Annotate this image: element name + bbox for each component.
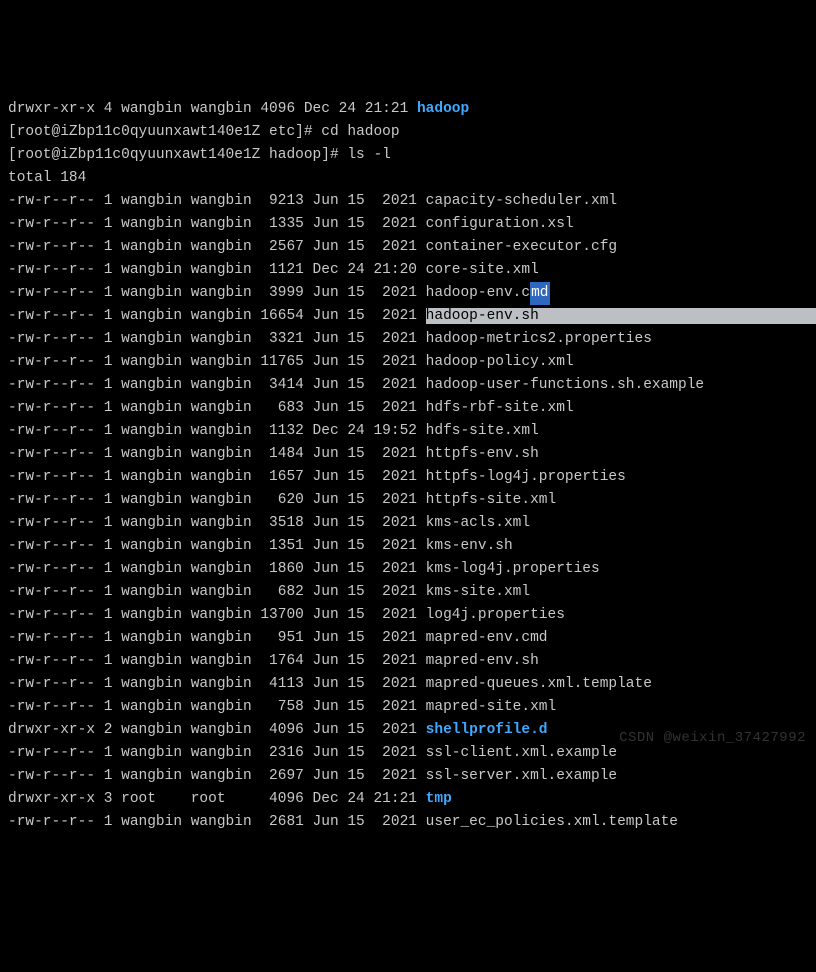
terminal-output[interactable]: drwxr-xr-x 4 wangbin wangbin 4096 Dec 24… <box>8 98 816 834</box>
ls-row: -rw-r--r-- 1 wangbin wangbin 11765 Jun 1… <box>8 351 816 374</box>
ls-row: -rw-r--r-- 1 wangbin wangbin 2567 Jun 15… <box>8 236 816 259</box>
total-line: total 184 <box>8 167 816 190</box>
dir-name: shellprofile.d <box>426 722 548 738</box>
file-name: mapred-env.cmd <box>426 630 548 646</box>
command-text: cd hadoop <box>321 124 399 140</box>
prompt-line[interactable]: [root@iZbp11c0qyuunxawt140e1Z hadoop]# l… <box>8 144 816 167</box>
file-name: user_ec_policies.xml.template <box>426 814 678 830</box>
ls-row: drwxr-xr-x 4 wangbin wangbin 4096 Dec 24… <box>8 98 816 121</box>
ls-row: -rw-r--r-- 1 wangbin wangbin 3321 Jun 15… <box>8 328 816 351</box>
command-text: ls -l <box>347 147 391 163</box>
ls-row: -rw-r--r-- 1 wangbin wangbin 620 Jun 15 … <box>8 489 816 512</box>
file-name: core-site.xml <box>426 262 539 278</box>
file-name: httpfs-site.xml <box>426 492 557 508</box>
selected-file[interactable]: hadoop-env.sh <box>426 308 816 324</box>
ls-row: -rw-r--r-- 1 wangbin wangbin 1860 Jun 15… <box>8 558 816 581</box>
ls-row: -rw-r--r-- 1 wangbin wangbin 1764 Jun 15… <box>8 650 816 673</box>
ls-row: -rw-r--r-- 1 wangbin wangbin 682 Jun 15 … <box>8 581 816 604</box>
ls-row: -rw-r--r-- 1 wangbin wangbin 1657 Jun 15… <box>8 466 816 489</box>
file-name: capacity-scheduler.xml <box>426 193 617 209</box>
prompt-prefix: [root@iZbp11c0qyuunxawt140e1Z etc]# <box>8 124 321 140</box>
file-name: httpfs-env.sh <box>426 446 539 462</box>
file-name: hdfs-site.xml <box>426 423 539 439</box>
ls-row: -rw-r--r-- 1 wangbin wangbin 1335 Jun 15… <box>8 213 816 236</box>
file-name: kms-log4j.properties <box>426 561 600 577</box>
ls-row: -rw-r--r-- 1 wangbin wangbin 3999 Jun 15… <box>8 282 816 305</box>
dir-name: tmp <box>426 791 452 807</box>
ls-row: -rw-r--r-- 1 wangbin wangbin 758 Jun 15 … <box>8 696 816 719</box>
file-name: ssl-client.xml.example <box>426 745 617 761</box>
file-name: ssl-server.xml.example <box>426 768 617 784</box>
ls-row: -rw-r--r-- 1 wangbin wangbin 1351 Jun 15… <box>8 535 816 558</box>
ls-row: -rw-r--r-- 1 wangbin wangbin 2697 Jun 15… <box>8 765 816 788</box>
ls-row: -rw-r--r-- 1 wangbin wangbin 951 Jun 15 … <box>8 627 816 650</box>
ls-row: -rw-r--r-- 1 wangbin wangbin 2681 Jun 15… <box>8 811 816 834</box>
file-name: mapred-queues.xml.template <box>426 676 652 692</box>
ls-row: -rw-r--r-- 1 wangbin wangbin 3414 Jun 15… <box>8 374 816 397</box>
prompt-prefix: [root@iZbp11c0qyuunxawt140e1Z hadoop]# <box>8 147 347 163</box>
ls-row: -rw-r--r-- 1 wangbin wangbin 3518 Jun 15… <box>8 512 816 535</box>
ls-row: drwxr-xr-x 3 root root 4096 Dec 24 21:21… <box>8 788 816 811</box>
file-name: hdfs-rbf-site.xml <box>426 400 574 416</box>
file-name: log4j.properties <box>426 607 565 623</box>
file-name: container-executor.cfg <box>426 239 617 255</box>
ls-row: -rw-r--r-- 1 wangbin wangbin 683 Jun 15 … <box>8 397 816 420</box>
ls-row: -rw-r--r-- 1 wangbin wangbin 2316 Jun 15… <box>8 742 816 765</box>
file-name: mapred-env.sh <box>426 653 539 669</box>
ls-row: -rw-r--r-- 1 wangbin wangbin 1484 Jun 15… <box>8 443 816 466</box>
prompt-line[interactable]: [root@iZbp11c0qyuunxawt140e1Z etc]# cd h… <box>8 121 816 144</box>
file-name: kms-acls.xml <box>426 515 530 531</box>
ls-row: -rw-r--r-- 1 wangbin wangbin 1121 Dec 24… <box>8 259 816 282</box>
ls-row: -rw-r--r-- 1 wangbin wangbin 9213 Jun 15… <box>8 190 816 213</box>
file-name: mapred-site.xml <box>426 699 557 715</box>
file-name: kms-env.sh <box>426 538 513 554</box>
file-name: hadoop-policy.xml <box>426 354 574 370</box>
file-name: kms-site.xml <box>426 584 530 600</box>
ls-row: -rw-r--r-- 1 wangbin wangbin 13700 Jun 1… <box>8 604 816 627</box>
file-name: hadoop-env.cmd <box>426 285 550 301</box>
cursor-selection: md <box>530 282 549 305</box>
ls-row: drwxr-xr-x 2 wangbin wangbin 4096 Jun 15… <box>8 719 816 742</box>
dir-name: hadoop <box>417 101 469 117</box>
ls-row: -rw-r--r-- 1 wangbin wangbin 16654 Jun 1… <box>8 305 816 328</box>
file-name: hadoop-metrics2.properties <box>426 331 652 347</box>
file-name: httpfs-log4j.properties <box>426 469 626 485</box>
file-name: hadoop-user-functions.sh.example <box>426 377 704 393</box>
ls-row: -rw-r--r-- 1 wangbin wangbin 1132 Dec 24… <box>8 420 816 443</box>
ls-row: -rw-r--r-- 1 wangbin wangbin 4113 Jun 15… <box>8 673 816 696</box>
file-name: configuration.xsl <box>426 216 574 232</box>
